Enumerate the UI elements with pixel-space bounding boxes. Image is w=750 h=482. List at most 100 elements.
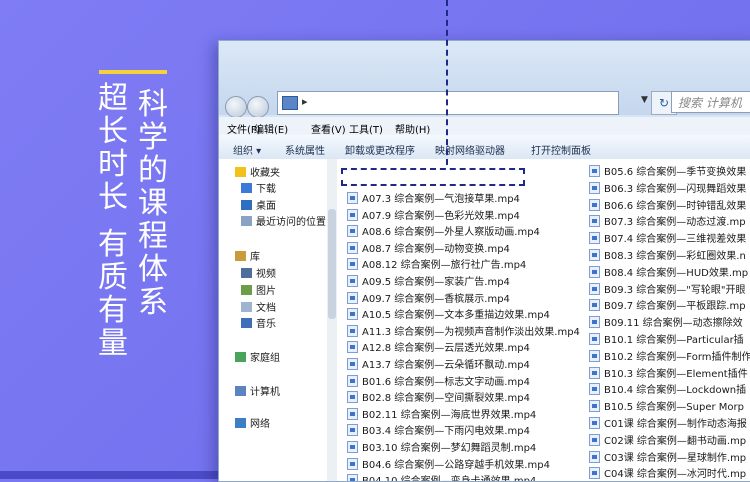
toolbar-button-0[interactable]: 组织 ▾ bbox=[233, 142, 261, 157]
address-bar[interactable]: ▸ bbox=[277, 91, 619, 115]
recent-icon bbox=[241, 216, 252, 226]
sidebar-item-2[interactable]: 桌面 bbox=[241, 200, 276, 214]
menu-item-1[interactable]: 编辑(E) bbox=[254, 121, 288, 136]
file-name: C02课 综合案例—翻书动画.mp bbox=[604, 435, 747, 447]
file-b-15[interactable]: C01课 综合案例—制作动态海报 bbox=[589, 417, 747, 431]
promo-line-2b: 有质有量 bbox=[98, 227, 128, 361]
file-a-0[interactable]: A07.3 综合案例—气泡接草果.mp4 bbox=[347, 192, 520, 206]
chevron-down-icon[interactable]: ▼ bbox=[641, 95, 648, 105]
file-a-14[interactable]: B03.4 综合案例—下雨闪电效果.mp4 bbox=[347, 424, 530, 438]
file-a-1[interactable]: A07.9 综合案例—色彩光效果.mp4 bbox=[347, 208, 520, 223]
file-a-2[interactable]: A08.6 综合案例—外星人察版动画.mp4 bbox=[347, 225, 540, 239]
video-file-icon bbox=[347, 341, 358, 354]
file-b-6[interactable]: B08.4 综合案例—HUD效果.mp bbox=[589, 265, 749, 280]
picture-icon bbox=[241, 285, 252, 295]
video-file-icon bbox=[589, 349, 600, 362]
sidebar-item-3[interactable]: 最近访问的位置 bbox=[241, 216, 326, 230]
menu-item-3[interactable]: 工具(T) bbox=[349, 121, 383, 136]
sidebar-item-7[interactable]: 文档 bbox=[241, 302, 276, 316]
video-file-icon bbox=[347, 192, 358, 204]
sidebar-scrollbar[interactable] bbox=[327, 159, 337, 481]
file-a-17[interactable]: B04.10 综合案例—变身卡通效果.mp4 bbox=[347, 474, 536, 481]
back-button[interactable] bbox=[225, 96, 247, 118]
file-a-7[interactable]: A10.5 综合案例—文本多重描边效果.mp4 bbox=[347, 308, 550, 322]
file-a-16[interactable]: B04.6 综合案例—公路穿越手机效果.mp4 bbox=[347, 457, 550, 472]
file-a-12[interactable]: B02.8 综合案例—空间撕裂效果.mp4 bbox=[347, 391, 530, 405]
file-a-10[interactable]: A13.7 综合案例—云朵循环飘动.mp4 bbox=[347, 358, 530, 372]
file-a-11[interactable]: B01.6 综合案例—标志文字动画.mp4 bbox=[347, 374, 530, 389]
forward-button[interactable] bbox=[247, 96, 269, 118]
sidebar-item-4[interactable]: 库 bbox=[235, 251, 260, 265]
file-a-15[interactable]: B03.10 综合案例—梦幻舞蹈灵制.mp4 bbox=[347, 441, 536, 455]
file-name: A12.8 综合案例—云层透光效果.mp4 bbox=[362, 343, 530, 355]
scroll-thumb[interactable] bbox=[328, 209, 336, 319]
file-b-0[interactable]: B05.6 综合案例—季节变换效果 bbox=[589, 165, 746, 179]
toolbar-button-4[interactable]: 打开控制面板 bbox=[531, 142, 591, 157]
file-name: B08.4 综合案例—HUD效果.mp bbox=[604, 267, 749, 279]
sidebar-item-9[interactable]: 家庭组 bbox=[235, 352, 280, 366]
file-a-8[interactable]: A11.3 综合案例—为视频声音制作淡出效果.mp4 bbox=[347, 324, 580, 339]
file-name: B10.5 综合案例—Super Morp bbox=[604, 402, 744, 414]
file-b-8[interactable]: B09.7 综合案例—平板跟踪.mp bbox=[589, 299, 746, 313]
video-file-icon bbox=[589, 299, 600, 312]
file-a-3[interactable]: A08.7 综合案例—动物变换.mp4 bbox=[347, 241, 510, 256]
file-a-4[interactable]: A08.12 综合案例—旅行社广告.mp4 bbox=[347, 258, 526, 272]
file-b-5[interactable]: B08.3 综合案例—彩虹圈效果.n bbox=[589, 249, 746, 263]
file-b-3[interactable]: B07.3 综合案例—动态过渡.mp bbox=[589, 215, 746, 229]
sidebar-item-label: 最近访问的位置 bbox=[256, 217, 326, 228]
video-file-icon bbox=[589, 215, 600, 228]
document-icon bbox=[241, 302, 252, 312]
file-b-4[interactable]: B07.4 综合案例—三维视差效果 bbox=[589, 232, 746, 246]
file-name: B10.4 综合案例—Lockdown插 bbox=[604, 385, 747, 397]
file-b-17[interactable]: C03课 综合案例—星球制作.mp bbox=[589, 450, 746, 465]
video-file-icon bbox=[589, 165, 600, 177]
file-a-6[interactable]: A09.7 综合案例—香槟展示.mp4 bbox=[347, 291, 510, 306]
search-input[interactable]: 搜索 计算机 bbox=[671, 91, 750, 113]
toolbar-button-1[interactable]: 系统属性 bbox=[285, 142, 325, 157]
file-name: A07.3 综合案例—气泡接草果.mp4 bbox=[362, 194, 520, 205]
download-icon bbox=[241, 183, 252, 193]
sidebar-item-label: 收藏夹 bbox=[250, 168, 280, 179]
video-file-icon bbox=[589, 467, 600, 480]
file-name: A08.12 综合案例—旅行社广告.mp4 bbox=[362, 260, 527, 272]
file-b-10[interactable]: B10.1 综合案例—Particular插 bbox=[589, 333, 744, 347]
file-b-14[interactable]: B10.5 综合案例—Super Morp bbox=[589, 400, 744, 414]
file-b-7[interactable]: B09.3 综合案例—"写轮眼"开眼 bbox=[589, 282, 746, 297]
video-file-icon bbox=[589, 417, 600, 429]
file-b-16[interactable]: C02课 综合案例—翻书动画.mp bbox=[589, 433, 747, 448]
video-file-icon bbox=[589, 400, 600, 413]
menu-item-2[interactable]: 查看(V) bbox=[311, 121, 346, 136]
selection-highlight bbox=[341, 168, 525, 186]
video-file-icon bbox=[347, 241, 358, 254]
address-arrow: ▸ bbox=[302, 95, 308, 108]
file-b-11[interactable]: B10.2 综合案例—Form插件制作 bbox=[589, 349, 750, 364]
sidebar-item-11[interactable]: 网络 bbox=[235, 418, 270, 432]
video-file-icon bbox=[589, 181, 600, 194]
file-b-9[interactable]: B09.11 综合案例—动态擦除效 bbox=[589, 316, 743, 330]
file-b-13[interactable]: B10.4 综合案例—Lockdown插 bbox=[589, 383, 746, 397]
file-name: B03.10 综合案例—梦幻舞蹈灵制.mp4 bbox=[362, 443, 537, 454]
menu-item-4[interactable]: 帮助(H) bbox=[395, 121, 430, 136]
sidebar-item-0[interactable]: 收藏夹 bbox=[235, 167, 280, 181]
file-a-5[interactable]: A09.5 综合案例—家装广告.mp4 bbox=[347, 275, 510, 289]
video-file-icon bbox=[347, 474, 358, 481]
sidebar-item-label: 视频 bbox=[256, 269, 276, 280]
sidebar-item-10[interactable]: 计算机 bbox=[235, 386, 280, 400]
toolbar-button-2[interactable]: 卸载或更改程序 bbox=[345, 142, 415, 157]
sidebar-item-6[interactable]: 图片 bbox=[241, 285, 276, 299]
file-name: B01.6 综合案例—标志文字动画.mp4 bbox=[362, 376, 530, 388]
file-b-12[interactable]: B10.3 综合案例—Element插件 bbox=[589, 366, 748, 381]
file-b-1[interactable]: B06.3 综合案例—闪现舞蹈效果 bbox=[589, 181, 746, 196]
sidebar-item-5[interactable]: 视频 bbox=[241, 268, 276, 282]
sidebar-item-8[interactable]: 音乐 bbox=[241, 318, 276, 332]
file-a-9[interactable]: A12.8 综合案例—云层透光效果.mp4 bbox=[347, 341, 530, 355]
file-name: B10.1 综合案例—Particular插 bbox=[604, 335, 744, 346]
file-a-13[interactable]: B02.11 综合案例—海底世界效果.mp4 bbox=[347, 407, 536, 422]
file-name: C01课 综合案例—制作动态海报 bbox=[604, 419, 747, 430]
file-name: A09.7 综合案例—香槟展示.mp4 bbox=[362, 293, 510, 305]
video-file-icon bbox=[589, 282, 600, 295]
file-b-2[interactable]: B06.6 综合案例—时钟错乱效果 bbox=[589, 198, 746, 213]
sidebar-item-label: 桌面 bbox=[256, 201, 276, 212]
sidebar-item-1[interactable]: 下载 bbox=[241, 183, 276, 197]
file-name: A08.7 综合案例—动物变换.mp4 bbox=[362, 243, 510, 255]
